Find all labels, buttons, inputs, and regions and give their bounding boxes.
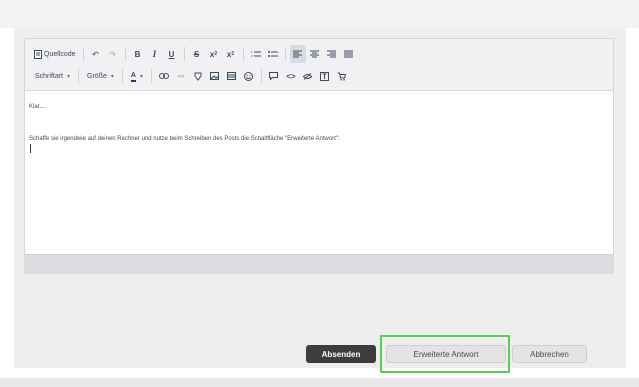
separator [260, 69, 262, 83]
align-justify-icon[interactable] [341, 45, 357, 63]
editor-resize-bar[interactable] [24, 254, 614, 274]
font-family-select[interactable]: Schriftart ▾ [31, 67, 74, 85]
smiley-icon[interactable] [241, 67, 257, 85]
bottom-bar [0, 378, 639, 387]
code-icon[interactable]: <> [283, 67, 299, 85]
rich-text-editor: Quellcode ↶ ↷ B I U S x2 x2 12 Schriftar… [24, 38, 614, 274]
source-label: Quellcode [44, 50, 76, 58]
separator [242, 47, 244, 61]
highlight-box [380, 335, 510, 373]
bold-icon[interactable]: B [130, 45, 146, 63]
redo-icon[interactable]: ↷ [105, 45, 121, 63]
align-left-icon[interactable] [289, 45, 306, 63]
align-center-icon[interactable] [307, 45, 323, 63]
separator [82, 47, 84, 61]
spoiler-icon[interactable] [300, 67, 316, 85]
source-icon [34, 49, 42, 59]
bullet-list-icon[interactable] [265, 45, 281, 63]
font-family-label: Schriftart [35, 72, 64, 80]
image-icon[interactable] [207, 67, 223, 85]
image-attach-icon[interactable] [190, 67, 206, 85]
toolbar-row-2: Schriftart ▾ Größe ▾ A ▾ ⚯ <> [31, 66, 350, 86]
font-size-label: Größe [87, 72, 107, 80]
unlink-icon[interactable]: ⚯ [173, 67, 189, 85]
underline-icon[interactable]: U [164, 45, 180, 63]
text-color-icon: A [130, 71, 136, 82]
superscript-icon[interactable]: x2 [223, 45, 239, 63]
toolbar-row-1: Quellcode ↶ ↷ B I U S x2 x2 12 [31, 44, 357, 64]
strikethrough-icon[interactable]: S [189, 45, 205, 63]
undo-icon[interactable]: ↶ [88, 45, 104, 63]
chevron-down-icon: ▾ [139, 73, 143, 80]
quote-icon[interactable] [266, 67, 282, 85]
table-icon[interactable] [224, 67, 240, 85]
cancel-button[interactable]: Abbrechen [512, 345, 587, 363]
link-icon[interactable] [156, 67, 172, 85]
cart-icon[interactable] [334, 67, 350, 85]
italic-icon[interactable]: I [147, 45, 163, 63]
source-button[interactable]: Quellcode [31, 46, 79, 62]
submit-button[interactable]: Absenden [306, 345, 376, 363]
text-color-select[interactable]: A ▾ [127, 67, 147, 85]
editor-toolbar: Quellcode ↶ ↷ B I U S x2 x2 12 Schriftar… [25, 39, 613, 91]
chevron-down-icon: ▾ [110, 73, 114, 80]
numbered-list-icon[interactable]: 12 [248, 45, 264, 63]
text-cursor [30, 144, 31, 153]
separator [284, 47, 286, 61]
font-size-select[interactable]: Größe ▾ [83, 67, 118, 85]
editor-paragraph-1: Klar.... [29, 104, 47, 110]
separator [183, 47, 185, 61]
svg-text:2: 2 [251, 54, 253, 58]
media-icon[interactable] [317, 67, 333, 85]
separator [121, 69, 123, 83]
separator [150, 69, 152, 83]
top-band [0, 0, 639, 28]
separator [124, 47, 126, 61]
subscript-icon[interactable]: x2 [206, 45, 222, 63]
separator [78, 69, 80, 83]
chevron-down-icon: ▾ [67, 73, 71, 80]
editor-paragraph-2: Schaffe sie irgendwie auf deinen Rechner… [29, 136, 340, 142]
align-right-icon[interactable] [324, 45, 340, 63]
